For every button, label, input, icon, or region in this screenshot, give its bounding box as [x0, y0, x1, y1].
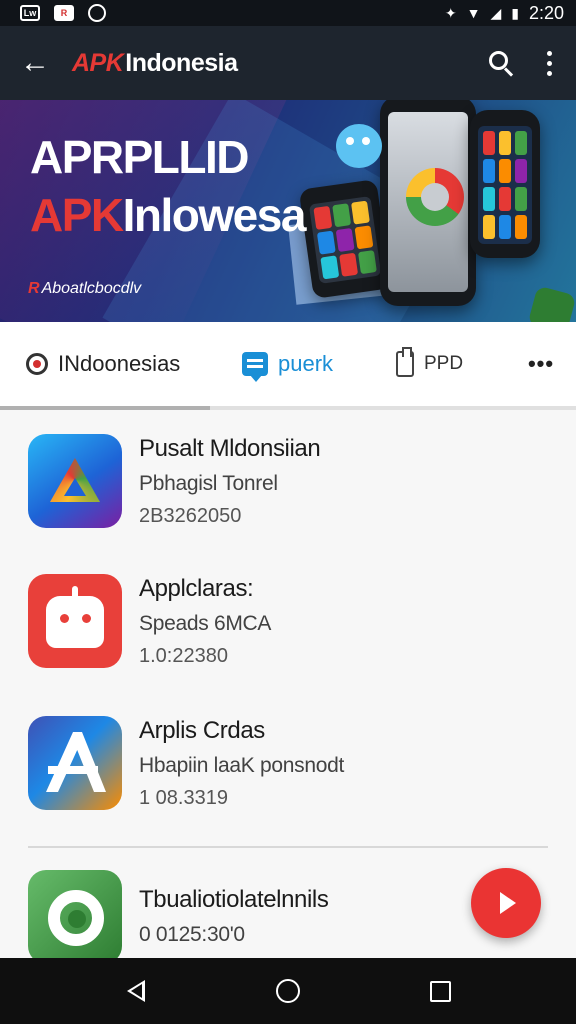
- tab-more[interactable]: •••: [510, 322, 576, 406]
- home-circle-icon: [276, 979, 300, 1003]
- app-title: APK Indonesia: [72, 49, 487, 78]
- robot-face-icon: [28, 574, 122, 668]
- list-item[interactable]: Pusalt Mldonsiian Pbhagisl Tonrel 2B3262…: [0, 426, 576, 536]
- vibrate-icon: ✦: [444, 4, 457, 21]
- tab-ppd[interactable]: PPD: [360, 322, 510, 406]
- recents-square-icon: [429, 980, 451, 1002]
- banner-subheadline: APKInlowesa: [30, 188, 307, 242]
- blue-mascot-icon: [336, 124, 382, 168]
- banner-subheadline-red: APK: [30, 189, 124, 241]
- status-bar: Lw R ✦ ▼ ◢ ▮ 2:20: [0, 0, 576, 26]
- app-notification-icon: R: [54, 5, 74, 21]
- app-bar: ← APK Indonesia: [0, 26, 576, 100]
- battery-icon: ▮: [511, 4, 519, 21]
- tab-bar: INdoonesias puerk PPD •••: [0, 322, 576, 410]
- app-title: Applclaras:: [139, 574, 254, 602]
- app-subtitle: Pbhagisl Tonrel: [139, 471, 278, 495]
- tab-label: PPD: [424, 353, 464, 374]
- list-item[interactable]: Arplis Crdas Hbapiin laaK ponsnodt 1 08.…: [0, 708, 576, 818]
- app-title-prefix: APK: [72, 48, 124, 77]
- tab-indonesias[interactable]: INdoonesias: [0, 322, 210, 410]
- promo-banner[interactable]: APRPLLID APKInlowesa R Aboatlcbocdlv: [0, 100, 576, 322]
- app-meta: 1 08.3319: [139, 786, 228, 809]
- wifi-icon: ▼: [466, 5, 481, 21]
- tab-puerk[interactable]: puerk: [210, 322, 360, 406]
- overflow-menu-icon[interactable]: [543, 50, 556, 76]
- camera-notification-icon: [88, 4, 106, 22]
- nav-back-button[interactable]: [114, 969, 158, 1013]
- phone-illustration: [380, 100, 476, 306]
- green-ring-icon: [28, 870, 122, 958]
- play-fab-button[interactable]: [471, 868, 541, 938]
- search-icon[interactable]: [487, 49, 515, 77]
- phone-grid-illustration: [470, 110, 540, 258]
- banner-headline: APRPLLID: [30, 131, 250, 183]
- app-title-text: Indonesia: [125, 48, 238, 77]
- more-icon: •••: [527, 351, 555, 376]
- list-item[interactable]: Applclaras: Speads 6MCA 1.0:22380: [0, 566, 576, 676]
- tab-label: puerk: [278, 351, 334, 376]
- triangle-logo-icon: [28, 434, 122, 528]
- app-title: Arplis Crdas: [139, 716, 265, 744]
- app-title: Tbualiotiolatelnnils: [139, 886, 329, 913]
- nav-recents-button[interactable]: [418, 969, 462, 1013]
- pie-logo-icon: [406, 168, 464, 226]
- nav-home-button[interactable]: [266, 969, 310, 1013]
- banner-logo-mark: R: [28, 280, 40, 297]
- small-phone-illustration: [298, 179, 392, 299]
- notification-icon: Lw: [20, 5, 40, 21]
- app-meta: 2B3262050: [139, 504, 242, 527]
- user-location-icon: [26, 353, 48, 375]
- banner-caption-text: Aboatlcbocdlv: [41, 280, 142, 297]
- app-title: Pusalt Mldonsiian: [139, 434, 321, 462]
- app-subtitle: Speads 6MCA: [139, 611, 272, 635]
- app-meta: 1.0:22380: [139, 644, 228, 667]
- back-arrow-icon[interactable]: ←: [20, 46, 60, 80]
- chat-icon: [242, 352, 268, 382]
- signal-icon: ◢: [490, 4, 502, 21]
- banner-caption: R Aboatlcbocdlv: [28, 280, 141, 298]
- status-time: 2:20: [528, 2, 564, 23]
- banner-subheadline-white: Inlowesa: [122, 189, 307, 241]
- tab-label: INdoonesias: [58, 351, 181, 376]
- clipboard-icon: [396, 347, 414, 377]
- back-triangle-icon: [127, 980, 145, 1002]
- a-letter-logo-icon: [28, 716, 122, 810]
- app-subtitle: 0 0125:30'0: [139, 923, 245, 946]
- app-subtitle: Hbapiin laaK ponsnodt: [139, 753, 345, 777]
- green-badge-icon: [527, 285, 576, 322]
- system-nav-bar: [0, 958, 576, 1024]
- list-divider: [28, 846, 548, 848]
